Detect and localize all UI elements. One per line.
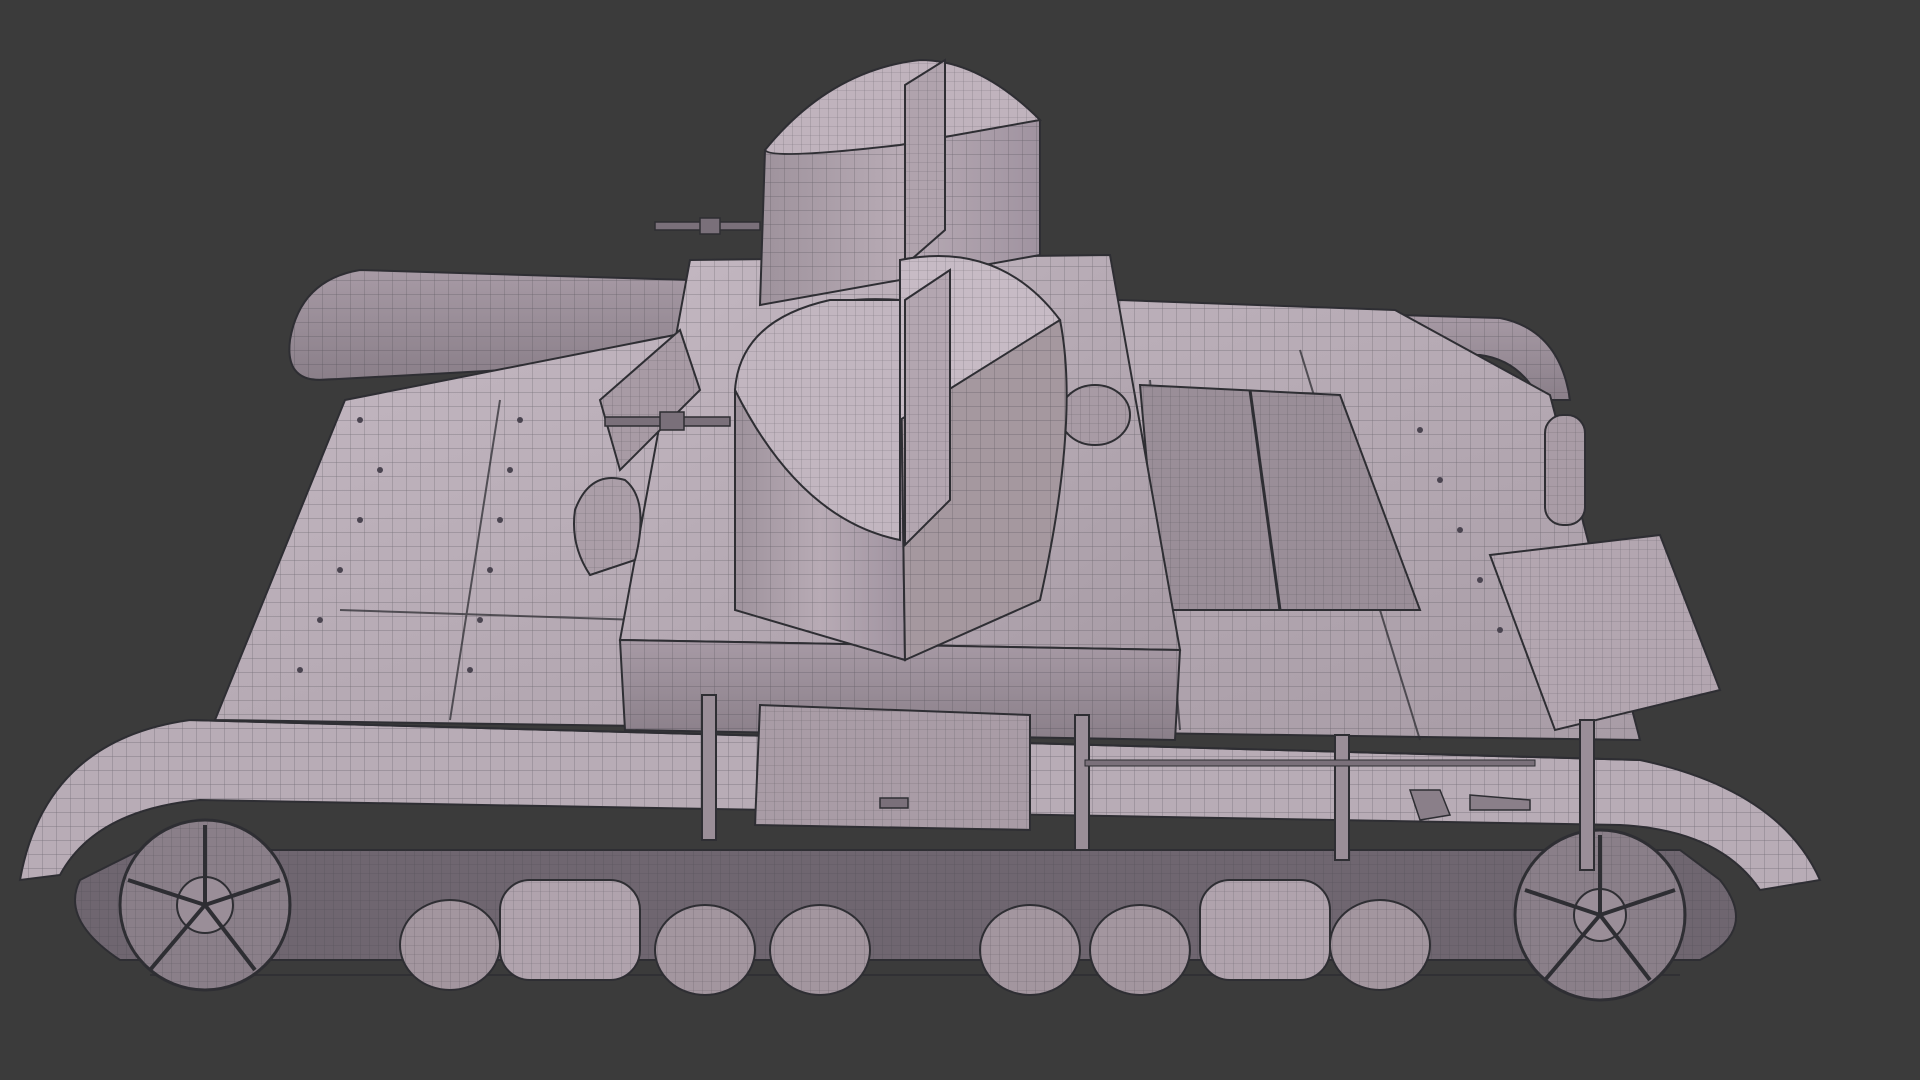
3d-viewport[interactable] <box>0 0 1920 1080</box>
drive-sprocket <box>118 818 292 992</box>
headlight <box>573 477 642 577</box>
front-turret <box>733 255 1068 662</box>
rear-turret-gun <box>654 217 761 235</box>
idler-wheel <box>1513 828 1687 1002</box>
tank-render <box>18 58 1822 1002</box>
storage-box <box>753 703 1031 832</box>
vision-cupola <box>1059 384 1131 446</box>
lower-track <box>74 849 1737 976</box>
